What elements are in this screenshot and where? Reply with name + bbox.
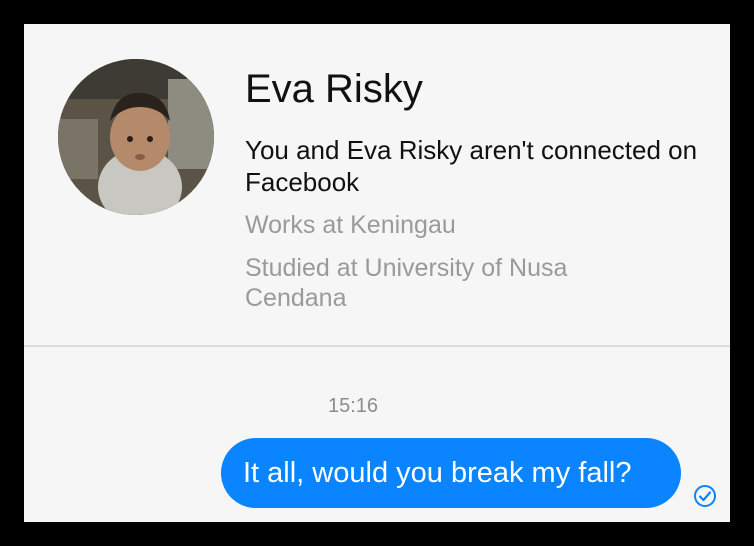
message-text: It all, would you break my fall? <box>243 456 632 489</box>
divider <box>24 345 730 347</box>
connection-status: You and Eva Risky aren't connected on Fa… <box>245 135 698 197</box>
messenger-screen: Eva Risky You and Eva Risky aren't conne… <box>24 24 730 522</box>
contact-name: Eva Risky <box>245 67 423 111</box>
message-timestamp: 15:16 <box>328 395 379 417</box>
work-info: Works at Keningau <box>245 211 456 239</box>
avatar-photo <box>58 59 214 215</box>
message-bubble[interactable]: It all, would you break my fall? <box>221 438 681 508</box>
education-info: Studied at University of Nusa Cendana <box>245 254 568 312</box>
check-circle-icon <box>694 485 716 507</box>
avatar[interactable] <box>58 59 214 215</box>
